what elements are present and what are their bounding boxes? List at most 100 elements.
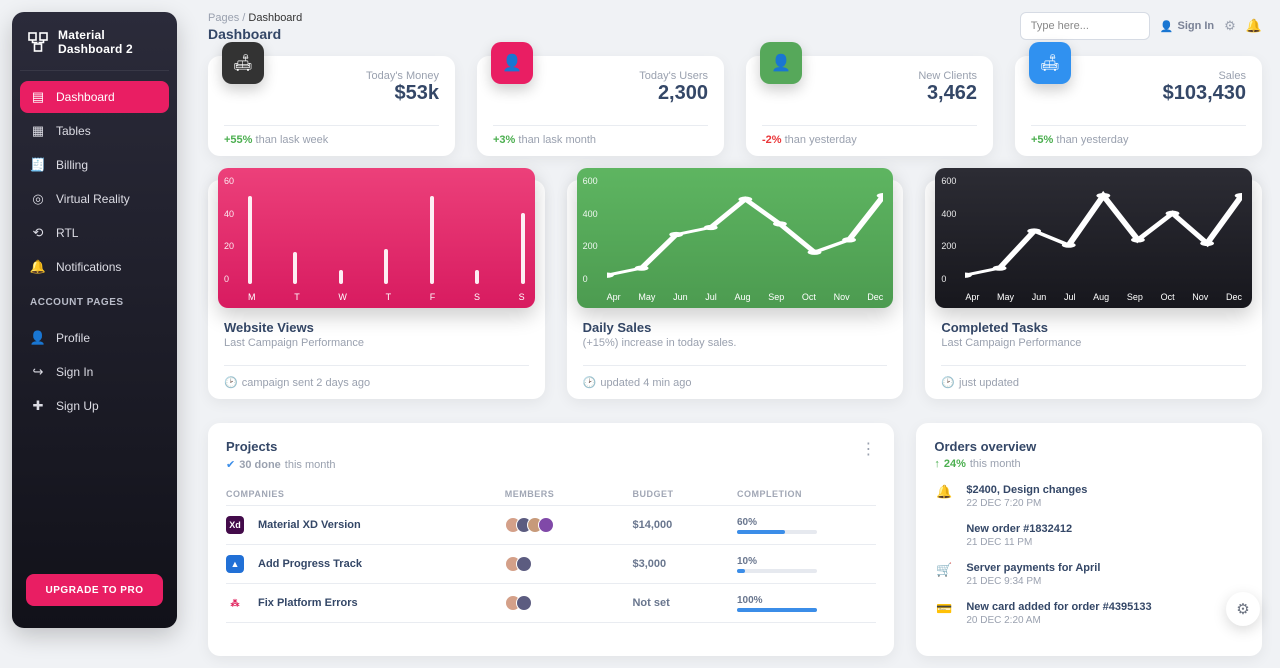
nav-item-icon: 🔔 (30, 259, 46, 275)
chart-title: Daily Sales (583, 320, 888, 335)
upgrade-button[interactable]: UPGRADE TO PRO (26, 574, 163, 606)
progress-bar (737, 569, 817, 573)
avatar (516, 556, 532, 572)
timeline-icon (934, 523, 954, 548)
topbar: Pages / Dashboard Dashboard Type here...… (208, 12, 1262, 42)
company-name: Add Progress Track (258, 558, 362, 570)
settings-icon[interactable]: ⚙ (1224, 18, 1236, 34)
chart-surface: 6040200 MTWTFSS (218, 168, 535, 308)
stat-footer: -2% than yesterday (762, 125, 977, 146)
clock-icon: 🕑 (224, 376, 238, 389)
stat-period: than lask month (518, 134, 596, 146)
nav-item-label: Sign In (56, 365, 93, 379)
sidebar-item-sign-in[interactable]: ↪Sign In (20, 356, 169, 388)
chart-row: 6040200 MTWTFSS Website Views Last Campa… (208, 180, 1262, 399)
arrow-up-icon: ↑ (934, 458, 940, 470)
nav-item-icon: ◎ (30, 191, 46, 207)
search-input[interactable]: Type here... (1020, 12, 1150, 40)
chart-subtitle: Last Campaign Performance (224, 337, 529, 349)
timeline-title: New card added for order #4395133 (966, 601, 1151, 613)
sidebar-item-tables[interactable]: ▦Tables (20, 115, 169, 147)
orders-title: Orders overview (934, 439, 1244, 454)
chart-plot (248, 178, 525, 284)
table-row[interactable]: Xd Material XD Version $14,000 60% (226, 506, 876, 545)
timeline-icon: 💳 (934, 601, 954, 626)
budget-value: $14,000 (632, 519, 737, 531)
crumb-root[interactable]: Pages (208, 12, 239, 24)
stat-period: than lask week (256, 134, 329, 146)
chart-yaxis: 6004002000 (583, 176, 598, 284)
projects-card: Projects ✔ 30 done this month ⋮ COMPANIE… (208, 423, 894, 656)
chart-footer: 🕑just updated (941, 365, 1246, 399)
member-avatars (505, 556, 633, 572)
timeline-item: 🛒 Server payments for April 21 DEC 9:34 … (934, 562, 1244, 587)
nav-item-icon: ⟲ (30, 225, 46, 241)
orders-card: Orders overview ↑ 24% this month 🔔 $2400… (916, 423, 1262, 656)
chart-footer: 🕑campaign sent 2 days ago (224, 365, 529, 399)
signin-link[interactable]: 👤 Sign In (1160, 20, 1214, 33)
table-row[interactable]: ▲ Add Progress Track $3,000 10% (226, 545, 876, 584)
primary-nav: ▤Dashboard▦Tables🧾Billing ◎ Virtual Realit… (20, 81, 169, 283)
stat-value: 2,300 (493, 82, 708, 105)
stat-card: 🛋 Sales $103,430 +5% than yesterday (1015, 56, 1262, 156)
notifications-icon[interactable]: 🔔 (1246, 18, 1262, 34)
breadcrumb: Pages / Dashboard Dashboard (208, 12, 302, 42)
sidebar: Material Dashboard 2 ▤Dashboard▦Tables🧾B… (12, 12, 177, 628)
stat-period: than yesterday (1056, 134, 1128, 146)
col-companies: COMPANIES (226, 489, 505, 499)
more-icon[interactable]: ⋮ (860, 439, 876, 471)
col-budget: BUDGET (632, 489, 737, 499)
chart-subtitle: Last Campaign Performance (941, 337, 1246, 349)
progress-bar (737, 608, 817, 612)
gear-icon: ⚙ (1236, 600, 1249, 618)
sidebar-item-notifications[interactable]: 🔔Notifications (20, 251, 169, 283)
member-avatars (505, 517, 633, 533)
timeline-title: New order #1832412 (966, 523, 1072, 535)
nav-item-label: Billing (56, 158, 88, 172)
orders-subtitle: ↑ 24% this month (934, 458, 1244, 470)
stat-footer: +3% than lask month (493, 125, 708, 146)
stat-delta: -2% (762, 134, 782, 146)
table-row[interactable]: ⁂ Fix Platform Errors Not set 100% (226, 584, 876, 623)
company-logo-icon: ▲ (226, 555, 244, 573)
settings-fab[interactable]: ⚙ (1226, 592, 1260, 626)
chart-xaxis: AprMayJunJulAugSepOctNovDec (607, 292, 884, 302)
nav-item-label: Virtual Reality (56, 192, 130, 206)
chart-xaxis: MTWTFSS (248, 292, 525, 302)
company-logo-icon: ⁂ (226, 594, 244, 612)
sidebar-item-billing[interactable]: 🧾Billing (20, 149, 169, 181)
chart-title: Completed Tasks (941, 320, 1246, 335)
projects-header-row: COMPANIES MEMBERS BUDGET COMPLETION (226, 489, 876, 506)
chart-plot (607, 178, 884, 284)
stat-delta: +3% (493, 134, 515, 146)
projects-subtitle: ✔ 30 done this month (226, 458, 336, 471)
chart-xaxis: AprMayJunJulAugSepOctNovDec (965, 292, 1242, 302)
nav-item-label: RTL (56, 226, 78, 240)
sidebar-item-sign-up[interactable]: ✚Sign Up (20, 390, 169, 422)
topbar-tools: Type here... 👤 Sign In ⚙ 🔔 (1020, 12, 1262, 40)
stat-icon: 👤 (760, 42, 802, 84)
chart-surface: 6004002000 AprMayJunJulAugSepOctNovDec (577, 168, 894, 308)
nav-item-icon: ✚ (30, 398, 46, 414)
timeline-title: Server payments for April (966, 562, 1100, 574)
stat-icon: 🛋 (222, 42, 264, 84)
lower-row: Projects ✔ 30 done this month ⋮ COMPANIE… (208, 423, 1262, 656)
brand-name: Material Dashboard 2 (58, 28, 161, 56)
sidebar-item-profile[interactable]: 👤Profile (20, 322, 169, 354)
sidebar-item-dashboard[interactable]: ▤Dashboard (20, 81, 169, 113)
main-content: Pages / Dashboard Dashboard Type here...… (190, 0, 1280, 668)
stat-footer: +55% than lask week (224, 125, 439, 146)
chart-yaxis: 6040200 (224, 176, 234, 284)
sidebar-item-rtl[interactable]: ⟲ RTL (20, 217, 169, 249)
company-logo-icon: Xd (226, 516, 244, 534)
brand-logo-icon (28, 31, 48, 53)
col-members: MEMBERS (505, 489, 633, 499)
sidebar-item-virtual-reality[interactable]: ◎ Virtual Reality (20, 183, 169, 215)
stat-value: $53k (224, 82, 439, 105)
nav-item-icon: ▤ (30, 89, 46, 105)
avatar (538, 517, 554, 533)
nav-item-label: Tables (56, 124, 91, 138)
budget-value: $3,000 (632, 558, 737, 570)
stat-delta: +5% (1031, 134, 1053, 146)
completion-cell: 10% (737, 556, 876, 573)
